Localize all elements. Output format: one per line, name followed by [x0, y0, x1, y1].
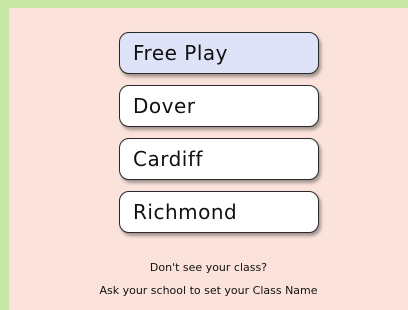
- class-select-panel: Free Play Dover Cardiff Richmond Don't s…: [9, 8, 408, 310]
- class-button-label: Cardiff: [133, 147, 203, 171]
- class-button-free-play[interactable]: Free Play: [119, 32, 319, 74]
- class-button-label: Dover: [133, 94, 196, 118]
- class-button-dover[interactable]: Dover: [119, 85, 319, 127]
- class-button-richmond[interactable]: Richmond: [119, 191, 319, 233]
- help-instruction-text: Ask your school to set your Class Name: [99, 284, 318, 297]
- class-button-label: Richmond: [133, 200, 238, 224]
- class-button-cardiff[interactable]: Cardiff: [119, 138, 319, 180]
- help-question-text: Don't see your class?: [149, 261, 268, 274]
- class-button-label: Free Play: [133, 41, 229, 65]
